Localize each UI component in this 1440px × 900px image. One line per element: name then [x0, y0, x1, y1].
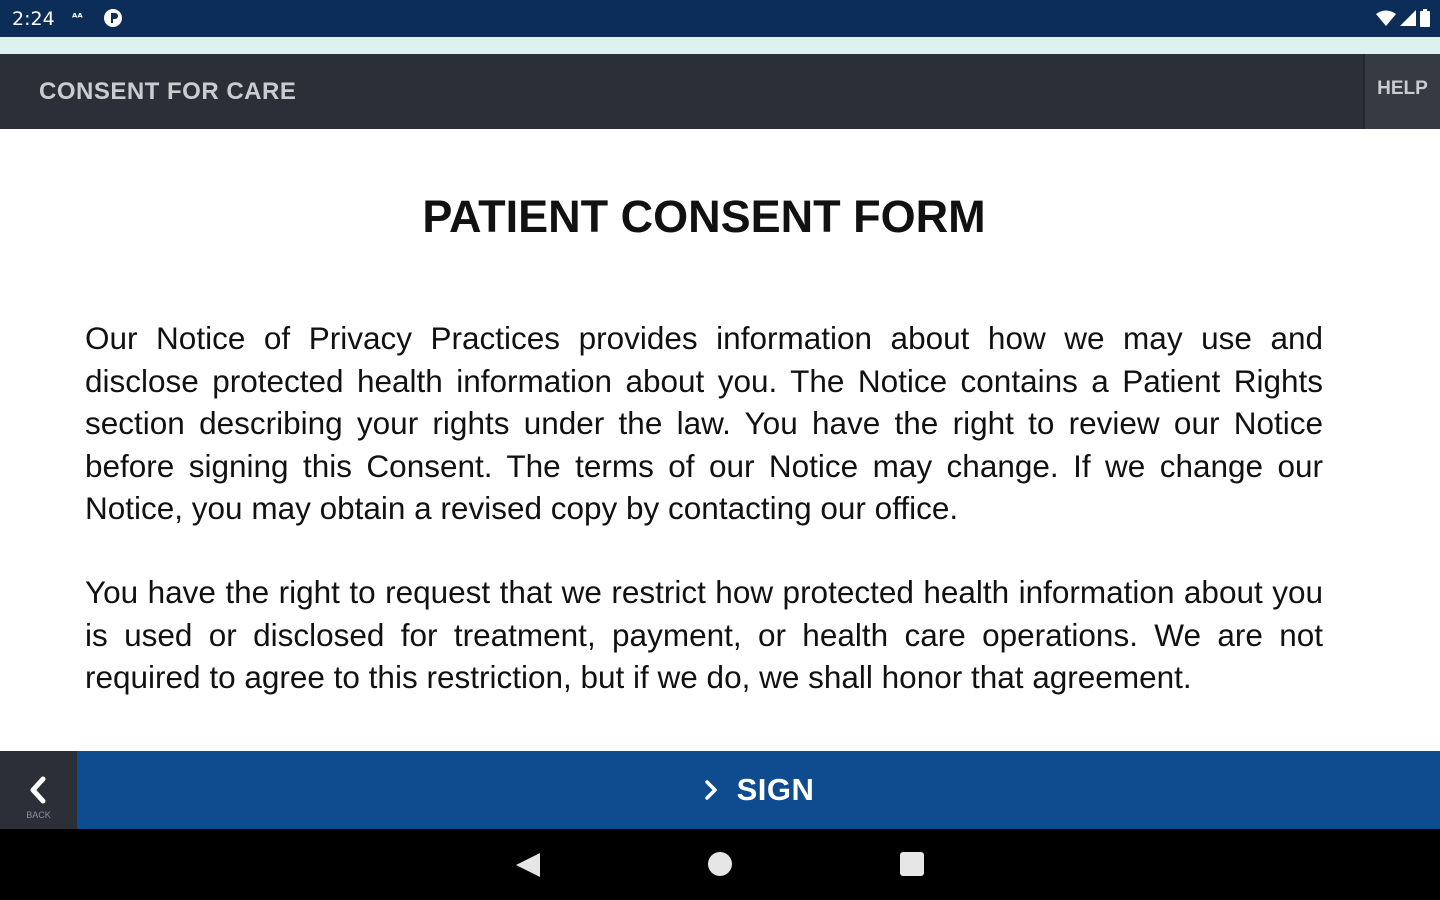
bottom-action-bar: BACK SIGN: [0, 751, 1440, 829]
status-time: 2:24: [12, 8, 55, 30]
page-title: CONSENT FOR CARE: [39, 78, 297, 105]
document-paragraph: Our Notice of Privacy Practices provides…: [85, 320, 1323, 526]
nav-recents-icon[interactable]: [900, 852, 924, 876]
back-button[interactable]: BACK: [0, 751, 77, 829]
document-paragraph: You have the right to request that we re…: [85, 574, 1323, 695]
status-bar: 2:24 ᴬᴬ: [0, 0, 1440, 37]
notification-icon: [104, 9, 122, 27]
document-title: PATIENT CONSENT FORM: [422, 191, 986, 242]
chevron-right-icon: [704, 780, 717, 800]
accent-strip: [0, 37, 1440, 54]
nav-home-icon[interactable]: [708, 852, 732, 876]
help-button[interactable]: HELP: [1363, 54, 1440, 129]
system-nav-bar: [0, 829, 1440, 900]
wifi-icon: [1376, 10, 1396, 26]
battery-icon: [1420, 9, 1430, 27]
sign-label: SIGN: [736, 772, 815, 807]
accessibility-icon: ᴬᴬ: [72, 11, 83, 24]
back-label: BACK: [26, 810, 51, 820]
signal-icon: [1400, 10, 1416, 26]
status-icons: [1376, 8, 1430, 28]
sign-button[interactable]: SIGN: [77, 751, 1440, 829]
nav-back-icon[interactable]: [514, 851, 542, 879]
chevron-left-icon: [30, 776, 46, 804]
app-bar: CONSENT FOR CARE HELP: [0, 54, 1440, 129]
consent-document[interactable]: PATIENT CONSENT FORM Our Notice of Priva…: [0, 129, 1440, 751]
